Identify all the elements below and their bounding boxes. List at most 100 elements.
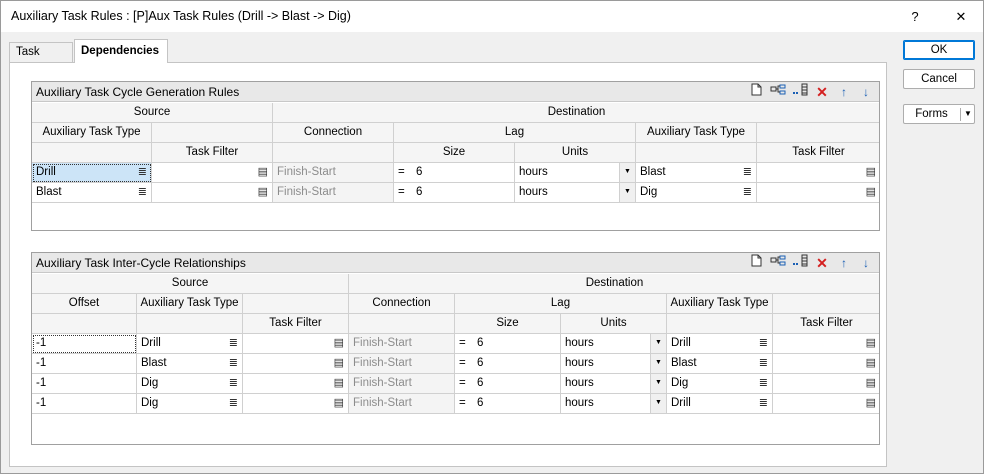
insert-row-icon[interactable] <box>769 83 787 101</box>
move-up-icon[interactable]: ↑ <box>835 83 853 101</box>
units-select[interactable]: hours ▼ <box>561 354 667 374</box>
dest-type-cell[interactable]: Dig ≣ <box>667 374 773 394</box>
units-select[interactable]: hours ▼ <box>515 183 636 203</box>
list-icon[interactable]: ≣ <box>743 163 752 182</box>
source-type-cell[interactable]: Dig ≣ <box>137 394 243 414</box>
new-document-icon[interactable] <box>747 83 765 101</box>
cell-text: 6 <box>477 337 484 349</box>
close-button[interactable]: ✕ <box>941 1 981 32</box>
chevron-down-icon[interactable]: ▼ <box>961 105 975 123</box>
size-cell[interactable]: = 6 <box>455 334 561 354</box>
dest-filter-cell[interactable]: ▤ <box>773 394 879 414</box>
source-type-cell[interactable]: Drill ≣ <box>137 334 243 354</box>
units-select[interactable]: hours ▼ <box>515 163 636 183</box>
source-filter-cell[interactable]: ▤ <box>243 374 349 394</box>
chevron-down-icon[interactable]: ▼ <box>650 374 666 393</box>
size-cell[interactable]: = 6 <box>394 163 515 183</box>
cell-text: Drill <box>36 166 56 178</box>
browse-icon[interactable]: ▤ <box>866 374 876 393</box>
dest-filter-cell[interactable]: ▤ <box>773 354 879 374</box>
list-icon[interactable]: ≣ <box>759 394 768 413</box>
dest-filter-cell[interactable]: ▤ <box>773 374 879 394</box>
source-type-cell[interactable]: Dig ≣ <box>137 374 243 394</box>
list-icon[interactable]: ≣ <box>743 183 752 202</box>
units-select[interactable]: hours ▼ <box>561 394 667 414</box>
browse-icon[interactable]: ▤ <box>866 183 876 202</box>
dest-filter-cell[interactable]: ▤ <box>773 334 879 354</box>
connection-header: Connection <box>349 294 455 314</box>
browse-icon[interactable]: ▤ <box>258 163 268 182</box>
dest-type-cell[interactable]: Blast ≣ <box>636 163 757 183</box>
move-up-icon[interactable]: ↑ <box>835 254 853 272</box>
browse-icon[interactable]: ▤ <box>334 394 344 413</box>
delete-icon[interactable]: ✕ <box>813 83 831 101</box>
list-icon[interactable]: ≣ <box>138 163 147 182</box>
dest-type-cell[interactable]: Dig ≣ <box>636 183 757 203</box>
source-filter-cell[interactable]: ▤ <box>243 394 349 414</box>
cycle-rules-title: Auxiliary Task Cycle Generation Rules <box>36 85 240 99</box>
append-row-icon[interactable] <box>791 83 809 101</box>
chevron-down-icon[interactable]: ▼ <box>619 183 635 202</box>
ok-button[interactable]: OK <box>903 40 975 60</box>
source-filter-cell[interactable]: ▤ <box>243 334 349 354</box>
cancel-button[interactable]: Cancel <box>903 69 975 89</box>
source-filter-cell[interactable]: ▤ <box>152 183 273 203</box>
browse-icon[interactable]: ▤ <box>866 354 876 373</box>
list-icon[interactable]: ≣ <box>229 374 238 393</box>
size-cell[interactable]: = 6 <box>455 394 561 414</box>
blank-header <box>667 314 773 334</box>
dest-type-cell[interactable]: Drill ≣ <box>667 394 773 414</box>
browse-icon[interactable]: ▤ <box>334 354 344 373</box>
units-select[interactable]: hours ▼ <box>561 374 667 394</box>
append-row-icon[interactable] <box>791 254 809 272</box>
tab-task-types[interactable]: Task Types <box>9 42 73 77</box>
chevron-down-icon[interactable]: ▼ <box>650 394 666 413</box>
browse-icon[interactable]: ▤ <box>334 374 344 393</box>
list-icon[interactable]: ≣ <box>229 394 238 413</box>
list-icon[interactable]: ≣ <box>759 334 768 353</box>
source-type-cell[interactable]: Drill ≣ <box>32 163 152 183</box>
new-document-icon[interactable] <box>747 254 765 272</box>
dest-type-cell[interactable]: Blast ≣ <box>667 354 773 374</box>
chevron-down-icon[interactable]: ▼ <box>650 334 666 353</box>
list-icon[interactable]: ≣ <box>229 354 238 373</box>
list-icon[interactable]: ≣ <box>759 354 768 373</box>
source-filter-cell[interactable]: ▤ <box>243 354 349 374</box>
size-cell[interactable]: = 6 <box>394 183 515 203</box>
aux-task-type-header: Auxiliary Task Type <box>32 123 152 143</box>
source-type-cell[interactable]: Blast ≣ <box>137 354 243 374</box>
browse-icon[interactable]: ▤ <box>866 334 876 353</box>
dest-filter-cell[interactable]: ▤ <box>757 163 879 183</box>
offset-cell[interactable]: -1 <box>32 374 137 394</box>
size-cell[interactable]: = 6 <box>455 374 561 394</box>
delete-icon[interactable]: ✕ <box>813 254 831 272</box>
cell-text: hours <box>565 357 594 369</box>
dest-type-cell[interactable]: Drill ≣ <box>667 334 773 354</box>
offset-cell[interactable]: -1 <box>32 334 137 354</box>
list-icon[interactable]: ≣ <box>759 374 768 393</box>
browse-icon[interactable]: ▤ <box>866 163 876 182</box>
units-select[interactable]: hours ▼ <box>561 334 667 354</box>
offset-cell[interactable]: -1 <box>32 354 137 374</box>
browse-icon[interactable]: ▤ <box>334 334 344 353</box>
chevron-down-icon[interactable]: ▼ <box>650 354 666 373</box>
blank-header <box>636 143 757 163</box>
tab-dependencies[interactable]: Dependencies <box>74 39 168 63</box>
help-button[interactable]: ? <box>895 1 935 32</box>
list-icon[interactable]: ≣ <box>138 183 147 202</box>
cell-text: Drill <box>141 337 161 349</box>
blank-header <box>152 123 273 143</box>
source-filter-cell[interactable]: ▤ <box>152 163 273 183</box>
list-icon[interactable]: ≣ <box>229 334 238 353</box>
dest-filter-cell[interactable]: ▤ <box>757 183 879 203</box>
insert-row-icon[interactable] <box>769 254 787 272</box>
source-type-cell[interactable]: Blast ≣ <box>32 183 152 203</box>
move-down-icon[interactable]: ↓ <box>857 254 875 272</box>
offset-cell[interactable]: -1 <box>32 394 137 414</box>
forms-button[interactable]: Forms ▼ <box>903 104 975 124</box>
chevron-down-icon[interactable]: ▼ <box>619 163 635 182</box>
browse-icon[interactable]: ▤ <box>866 394 876 413</box>
size-cell[interactable]: = 6 <box>455 354 561 374</box>
browse-icon[interactable]: ▤ <box>258 183 268 202</box>
move-down-icon[interactable]: ↓ <box>857 83 875 101</box>
